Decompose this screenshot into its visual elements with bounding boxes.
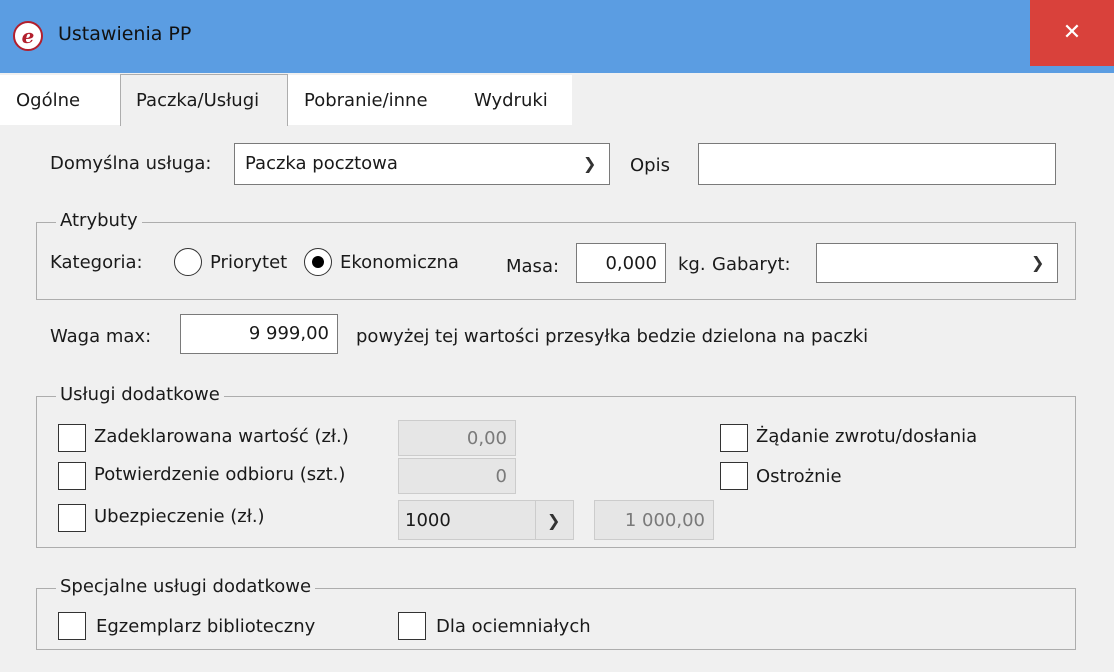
tab-ogolne[interactable]: Ogólne	[16, 90, 80, 111]
special-services-legend: Specjalne usługi dodatkowe	[56, 576, 316, 597]
window-title: Ustawienia PP	[58, 23, 192, 45]
return-request-checkbox[interactable]	[720, 424, 748, 452]
size-select[interactable]: ❯	[816, 243, 1058, 283]
default-service-select[interactable]: Paczka pocztowa ❯	[234, 143, 610, 185]
careful-label: Ostrożnie	[756, 466, 842, 487]
mass-input[interactable]: 0,000	[576, 243, 666, 283]
receipt-confirmation-label: Potwierdzenie odbioru (szt.)	[94, 464, 346, 485]
chevron-down-icon: ❯	[1031, 253, 1045, 272]
description-label: Opis	[630, 155, 670, 176]
receipt-confirmation-checkbox[interactable]	[58, 462, 86, 490]
attributes-legend: Atrybuty	[56, 210, 142, 231]
select-divider	[535, 501, 536, 539]
max-weight-input[interactable]: 9 999,00	[180, 314, 338, 354]
svg-text:e: e	[22, 24, 35, 48]
blind-checkbox[interactable]	[398, 612, 426, 640]
close-icon: ✕	[1062, 20, 1082, 45]
declared-value-checkbox[interactable]	[58, 424, 86, 452]
insurance-select[interactable]: 1000 ❯	[398, 500, 574, 540]
declared-value-label: Zadeklarowana wartość (zł.)	[94, 426, 349, 447]
library-copy-checkbox[interactable]	[58, 612, 86, 640]
app-logo-icon: e	[12, 20, 44, 52]
chevron-down-icon: ❯	[547, 511, 561, 530]
tab-paczka-uslugi[interactable]: Paczka/Usługi	[136, 90, 259, 111]
insurance-amount-input[interactable]: 1 000,00	[594, 500, 714, 540]
max-weight-note: powyżej tej wartości przesyłka bedzie dz…	[356, 326, 869, 347]
default-service-label: Domyślna usługa:	[50, 153, 212, 174]
library-copy-label: Egzemplarz biblioteczny	[96, 616, 316, 637]
close-button[interactable]: ✕	[1030, 0, 1114, 66]
insurance-option: 1000	[405, 510, 451, 531]
default-service-value: Paczka pocztowa	[245, 153, 398, 174]
chevron-down-icon: ❯	[583, 154, 597, 173]
radio-priorytet-label: Priorytet	[210, 252, 288, 273]
additional-services-legend: Usługi dodatkowe	[56, 384, 224, 405]
radio-selected-dot	[312, 256, 324, 268]
radio-priorytet[interactable]	[174, 248, 202, 276]
declared-value-input[interactable]: 0,00	[398, 420, 516, 456]
tab-wydruki[interactable]: Wydruki	[474, 90, 548, 111]
radio-ekonomiczna-label: Ekonomiczna	[340, 252, 459, 273]
max-weight-label: Waga max:	[50, 326, 152, 347]
description-input[interactable]	[698, 143, 1056, 185]
insurance-checkbox[interactable]	[58, 504, 86, 532]
category-label: Kategoria:	[50, 252, 143, 273]
careful-checkbox[interactable]	[720, 462, 748, 490]
mass-unit: kg.	[678, 254, 706, 275]
return-request-label: Żądanie zwrotu/dosłania	[756, 426, 978, 447]
size-label: Gabaryt:	[712, 254, 791, 275]
blind-label: Dla ociemniałych	[436, 616, 591, 637]
mass-label: Masa:	[506, 256, 560, 277]
tab-pobranie-inne[interactable]: Pobranie/inne	[304, 90, 428, 111]
radio-ekonomiczna[interactable]	[304, 248, 332, 276]
insurance-label: Ubezpieczenie (zł.)	[94, 506, 265, 527]
receipt-confirmation-input[interactable]: 0	[398, 458, 516, 494]
